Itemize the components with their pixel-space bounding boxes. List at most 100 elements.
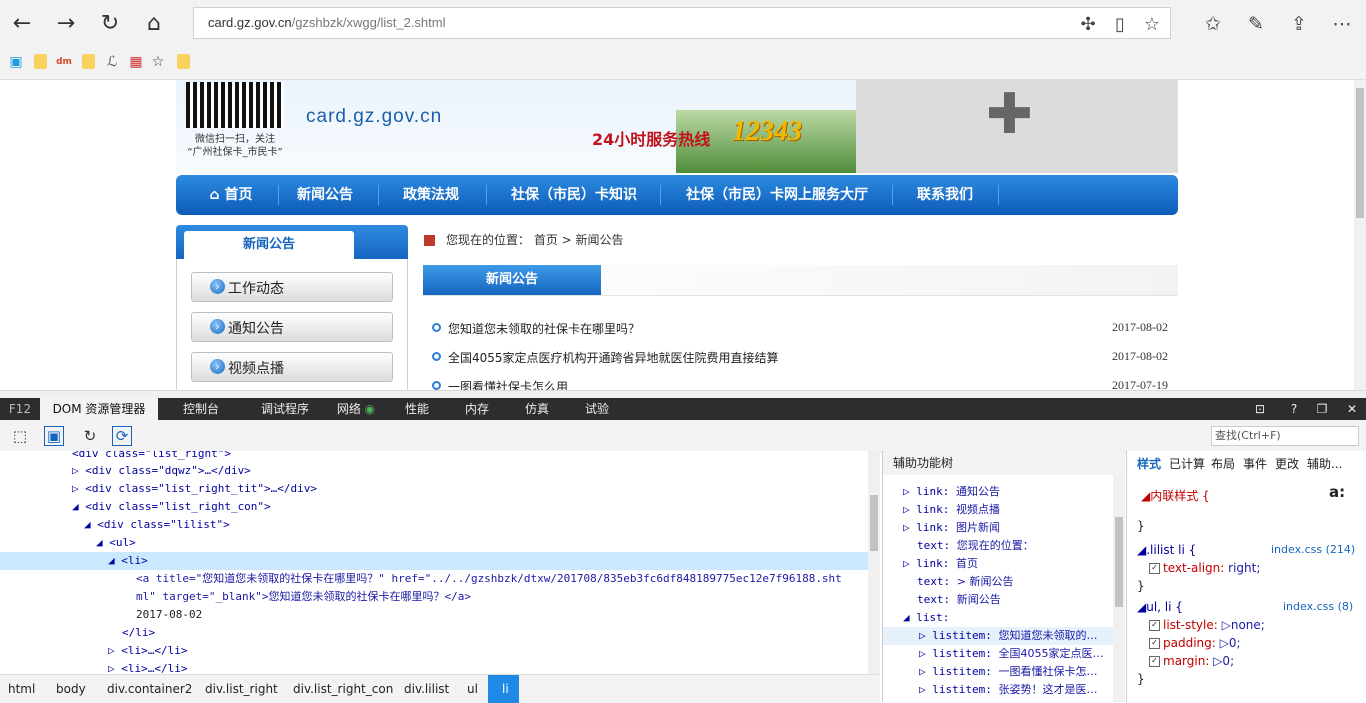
tab-changes[interactable]: 更改 [1275,455,1299,472]
dom-node[interactable]: ◢ <ul> [96,534,136,552]
dom-text-node[interactable]: 2017-08-02 [136,606,202,624]
folder-icon[interactable] [177,54,190,69]
tab-computed[interactable]: 已计算 [1169,455,1205,472]
dom-node[interactable]: ◢ <div class="list_right_con"> [72,498,271,516]
breadcrumb-body[interactable]: body [56,675,86,703]
style-property[interactable]: ✓ text-align: right; [1149,561,1260,575]
tab-network[interactable]: 网络 ◉ [328,398,384,420]
nav-contact[interactable]: 联系我们 [896,175,994,215]
dom-node-selected[interactable]: ◢ <li> [108,552,148,570]
refresh-dom-icon[interactable]: ↻ [80,426,100,446]
checkbox[interactable]: ✓ [1149,563,1160,574]
news-title-link[interactable]: 一图看懂社保卡怎么用 [448,378,568,390]
news-title-link[interactable]: 全国4055家定点医疗机构开通跨省异地就医住院费用直接结算 [448,349,779,366]
highlight-icon[interactable]: ▣ [44,426,64,446]
scrollbar-thumb[interactable] [1115,517,1123,607]
tab-accessibility[interactable]: 辅助... [1307,455,1342,472]
acc-node[interactable]: text: > 新闻公告 [917,573,1013,591]
tab-memory[interactable]: 内存 [454,398,500,420]
dom-favicon-icon[interactable]: dm [56,54,72,70]
back-icon[interactable]: ← [4,6,40,40]
tab-experiments[interactable]: 试验 [574,398,620,420]
auto-refresh-icon[interactable]: ⟳ [112,426,132,446]
acc-node-selected[interactable]: ▷ listitem: 您知道您未领取的… [919,627,1097,645]
tab-layout[interactable]: 布局 [1211,455,1235,472]
checkbox[interactable]: ✓ [1149,620,1160,631]
acc-node[interactable]: ▷ link: 视频点播 [903,501,1000,519]
text-size-icon[interactable]: a: [1329,483,1345,501]
colorful-favicon-icon[interactable]: ▦ [128,54,144,70]
style-property[interactable]: ✓ list-style: ▷none; [1149,618,1265,632]
home-icon[interactable]: ⌂ [136,6,172,40]
close-icon[interactable]: ✕ [1340,398,1364,420]
acc-node[interactable]: ▷ listitem: 张姿势！这才是医… [919,681,1097,699]
help-icon[interactable]: ? [1282,398,1306,420]
acc-node[interactable]: ◢ list: [903,609,949,627]
tab-console[interactable]: 控制台 [170,398,232,420]
folder-icon[interactable] [34,54,47,69]
nav-card-knowledge[interactable]: 社保（市民）卡知识 [488,175,660,215]
dom-node[interactable]: ▷ <div class="list_right_tit">…</div> [72,480,317,498]
breadcrumb-list-right-con[interactable]: div.list_right_con [293,675,393,703]
favorite-star-icon[interactable]: ☆ [1141,13,1163,35]
tab-performance[interactable]: 性能 [394,398,440,420]
dom-node[interactable]: ▷ <div class="dqwz">…</div> [72,462,251,480]
find-input[interactable]: 查找(Ctrl+F) [1211,426,1359,446]
forward-icon[interactable]: → [48,6,84,40]
pen-icon[interactable]: ✎ [1242,10,1270,38]
rule-source-link[interactable]: index.css (214) [1271,543,1355,556]
acc-node[interactable]: text: 新闻公告 [917,591,1001,609]
breadcrumb-container2[interactable]: div.container2 [107,675,192,703]
nav-home[interactable]: ⌂ 首页 [186,175,276,215]
tab-dom-explorer[interactable]: DOM 资源管理器 [40,398,158,420]
style-property[interactable]: ✓ padding: ▷0; [1149,636,1241,650]
scrollbar-thumb[interactable] [870,495,878,551]
style-property[interactable]: ✓ margin: ▷0; [1149,654,1234,668]
nav-policy[interactable]: 政策法规 [380,175,482,215]
refresh-icon[interactable]: ↻ [92,6,128,40]
checkbox[interactable]: ✓ [1149,638,1160,649]
list-item[interactable]: 全国4055家定点医疗机构开通跨省异地就医住院费用直接结算 2017-08-02 [432,347,1178,367]
folder-icon[interactable] [82,54,95,69]
acc-node[interactable]: text: 您现在的位置： [917,537,1034,555]
nav-online-service[interactable]: 社保（市民）卡网上服务大厅 [664,175,890,215]
sidebar-item-notices[interactable]: › 通知公告 [191,312,393,342]
nav-news[interactable]: 新闻公告 [280,175,370,215]
sidebar-item-work-news[interactable]: › 工作动态 [191,272,393,302]
bilibili-icon[interactable]: ▣ [8,54,24,70]
more-icon[interactable]: ⋯ [1328,10,1356,38]
dom-node[interactable]: ◢ <div class="lilist"> [84,516,230,534]
breadcrumb-li[interactable]: li [488,675,519,703]
tab-events[interactable]: 事件 [1243,455,1267,472]
page-scrollbar[interactable] [1354,80,1366,390]
tab-debugger[interactable]: 调试程序 [250,398,320,420]
acc-node[interactable]: ▷ listitem: 全国4055家定点医… [919,645,1103,663]
dom-node[interactable]: </li> [122,624,155,642]
breadcrumb-ul[interactable]: ul [467,675,478,703]
acc-node[interactable]: ▷ link: 首页 [903,555,978,573]
share-icon[interactable]: ⇪ [1285,10,1313,38]
acc-node[interactable]: ▷ listitem: 一图看懂社保卡怎… [919,663,1097,681]
breadcrumb-lilist[interactable]: div.lilist [404,675,449,703]
script-favicon-icon[interactable]: ℒ [104,54,120,70]
acc-node[interactable]: ▷ link: 通知公告 [903,483,1000,501]
checkbox[interactable]: ✓ [1149,656,1160,667]
list-item[interactable]: 您知道您未领取的社保卡在哪里吗？ 2017-08-02 [432,318,1178,338]
news-title-link[interactable]: 您知道您未领取的社保卡在哪里吗？ [448,320,640,337]
console-icon[interactable]: ⊡ [1248,398,1272,420]
favorites-icon[interactable]: ✩ [1199,10,1227,38]
dom-node[interactable]: <a title="您知道您未领取的社保卡在哪里吗？" href="../../… [136,570,842,588]
breadcrumb-list-right[interactable]: div.list_right [205,675,278,703]
star-favicon-icon[interactable]: ☆ [150,54,166,70]
breadcrumb-html[interactable]: html [8,675,35,703]
tab-styles[interactable]: 样式 [1137,455,1161,472]
dom-node[interactable]: ml" target="_blank">您知道您未领取的社保卡在哪里吗？</a> [136,588,471,606]
dom-node[interactable]: ▷ <li>…</li> [108,642,187,660]
reading-view-icon[interactable]: ▯ [1109,13,1131,35]
extension-icon[interactable]: ✣ [1077,13,1099,35]
list-item[interactable]: 一图看懂社保卡怎么用 2017-07-19 [432,376,1178,390]
tab-emulation[interactable]: 仿真 [514,398,560,420]
rule-source-link[interactable]: index.css (8) [1283,600,1353,613]
scrollbar-thumb[interactable] [1356,88,1364,218]
dom-node[interactable]: ▷ <li>…</li> [108,660,187,674]
